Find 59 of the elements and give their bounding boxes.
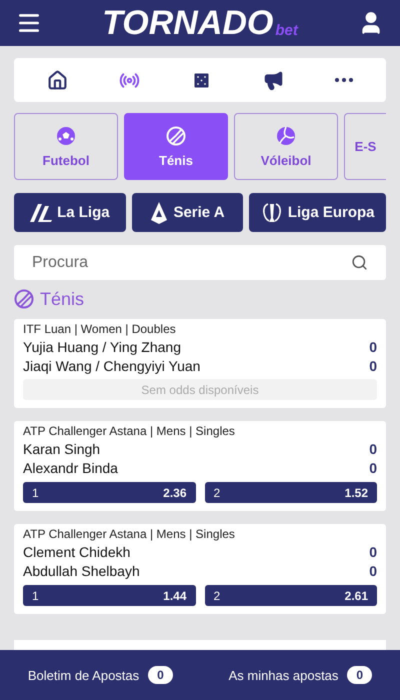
odds-button[interactable]: 2 2.61 [204, 585, 377, 606]
team-name: Abdullah Shelbayh [23, 562, 140, 578]
league-logo-icon [30, 202, 52, 222]
score: 0 [369, 544, 377, 560]
odds-outcome: 1 [32, 588, 39, 602]
soccer-ball-icon [56, 126, 76, 146]
search-field[interactable]: Procura [14, 245, 386, 280]
competition-label: ATP Challenger Astana | Mens | Singles [23, 424, 236, 439]
odds-outcome: 1 [32, 486, 39, 500]
tennis-ball-icon [14, 289, 34, 309]
odds-value: 2.36 [163, 486, 186, 500]
trophy-icon [260, 202, 283, 224]
volleyball-icon [276, 126, 296, 146]
score: 0 [369, 338, 377, 354]
logo-text: TORNADO [102, 6, 274, 40]
logo-suffix: bet [275, 23, 298, 38]
quick-nav-button[interactable] [334, 78, 353, 82]
league-button[interactable]: Serie A [132, 193, 244, 232]
quick-nav-button[interactable] [262, 70, 284, 90]
tennis-ball-icon [166, 126, 186, 146]
odds-outcome: 2 [214, 486, 220, 500]
count-badge: 0 [347, 666, 372, 684]
odds-button[interactable]: 2 1.52 [204, 482, 377, 503]
score: 0 [369, 358, 377, 374]
footer-tab[interactable]: Boletim de Apostas 0 [28, 666, 173, 684]
sport-tab[interactable]: Vóleibol [234, 113, 338, 180]
team-name: Yujia Huang / Ying Zhang [23, 338, 182, 354]
odds-value: 1.44 [163, 588, 186, 602]
team-name: Alexandr Binda [23, 460, 118, 476]
competition-label: ATP Challenger Astana | Mens | Singles [23, 527, 236, 542]
sport-tab[interactable]: Ténis [124, 113, 228, 180]
odds-value: 1.52 [344, 486, 368, 500]
footer-label: Boletim de Apostas [28, 668, 140, 682]
odds-button[interactable]: 1 2.36 [23, 482, 196, 503]
team-name: Karan Singh [23, 440, 100, 456]
team-name: Clement Chidekh [23, 544, 130, 560]
league-logo-icon [150, 202, 168, 224]
count-badge: 0 [148, 666, 173, 684]
team-name: Jiaqi Wang / Chengyiyi Yuan [23, 358, 200, 374]
footer-tab[interactable]: As minhas apostas 0 [228, 666, 372, 684]
footer-label: As minhas apostas [228, 668, 338, 682]
odds-button[interactable]: 1 1.44 [23, 585, 196, 606]
megaphone-icon [262, 70, 284, 90]
sport-tab[interactable]: E-S [344, 113, 386, 180]
home-icon [47, 70, 68, 90]
score: 0 [369, 562, 377, 578]
competition-label: ITF Luan | Women | Doubles [23, 322, 177, 337]
league-button[interactable]: La Liga [14, 193, 126, 232]
score: 0 [369, 460, 377, 476]
no-odds-notice: Sem odds disponíveis [23, 379, 377, 400]
search-icon [351, 254, 368, 271]
odds-outcome: 2 [214, 588, 220, 602]
section-title: Ténis [40, 288, 84, 310]
more-icon [334, 78, 353, 82]
sport-tab[interactable]: Futebol [14, 113, 118, 180]
odds-value: 2.61 [344, 588, 368, 602]
league-button[interactable]: Liga Europa [249, 193, 386, 232]
quick-nav-button[interactable] [47, 70, 68, 90]
score: 0 [369, 440, 377, 456]
